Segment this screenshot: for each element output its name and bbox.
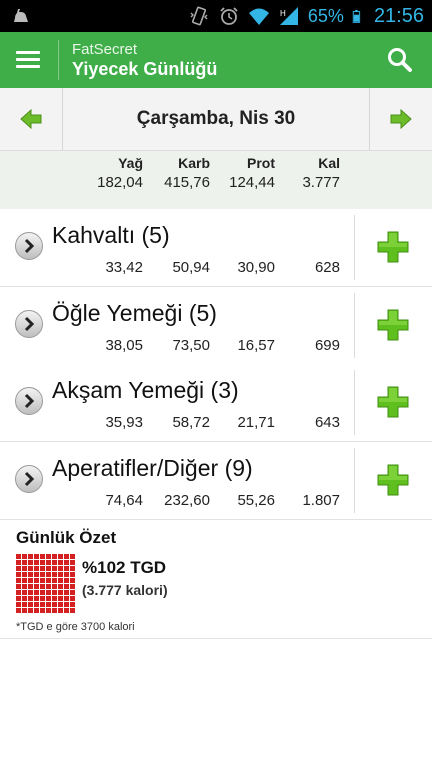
meal-value: 16,57 <box>237 337 275 354</box>
total-calories: Kal 3.777 <box>270 151 340 191</box>
meal-title[interactable]: Öğle Yemeği (5) <box>52 300 217 327</box>
summary-title: Günlük Özet <box>16 528 117 547</box>
svg-text:H: H <box>280 9 286 18</box>
total-calories-value: 3.777 <box>302 174 340 191</box>
rdi-percent: %102 TGD <box>82 558 167 577</box>
add-food-icon[interactable] <box>376 385 410 419</box>
meal-value: 628 <box>314 259 340 276</box>
meal-value: 73,50 <box>172 337 210 354</box>
row-divider <box>354 370 355 435</box>
menu-icon[interactable] <box>16 48 40 72</box>
meal-value: 232,60 <box>164 492 210 509</box>
signal-icon: H <box>279 7 298 25</box>
battery-percent: 65% <box>307 5 344 26</box>
meal-row[interactable]: Öğle Yemeği (5) 38,05 73,50 16,57 699 <box>0 287 432 365</box>
total-fat-header: Yağ <box>118 155 143 171</box>
total-fat: Yağ 182,04 <box>73 151 143 191</box>
meal-value: 33,42 <box>105 259 143 276</box>
meal-value: 55,26 <box>237 492 275 509</box>
alarm-icon <box>220 7 238 25</box>
expand-chevron-icon[interactable] <box>14 309 44 339</box>
arrow-right-icon <box>390 108 412 130</box>
total-carb-header: Karb <box>178 155 210 171</box>
clock: 21:56 <box>373 4 424 27</box>
daily-totals: Yağ 182,04 Karb 415,76 Prot 124,44 Kal 3… <box>0 151 432 210</box>
meal-value: 1.807 <box>302 492 340 509</box>
status-icons: H 65% 21:56 <box>188 0 424 32</box>
status-bar: H 65% 21:56 <box>0 0 432 32</box>
meal-value: 58,72 <box>172 414 210 431</box>
add-food-icon[interactable] <box>376 463 410 497</box>
rdi-grid <box>16 554 76 614</box>
row-divider <box>354 448 355 513</box>
current-date[interactable]: Çarşamba, Nis 30 <box>62 88 370 150</box>
row-divider <box>354 293 355 358</box>
page-title: Yiyecek Günlüğü <box>72 59 218 79</box>
app-name: FatSecret <box>72 41 138 58</box>
vibrate-icon <box>190 6 208 26</box>
total-calories-header: Kal <box>318 155 340 171</box>
meal-value: 643 <box>314 414 340 431</box>
meal-title[interactable]: Kahvaltı (5) <box>52 222 170 249</box>
divider <box>0 638 432 639</box>
calorie-total: (3.777 kalori) <box>82 582 168 598</box>
battery-icon <box>352 9 361 23</box>
notification-icon <box>14 9 28 22</box>
date-navigation: Çarşamba, Nis 30 <box>0 88 432 151</box>
meal-value: 74,64 <box>105 492 143 509</box>
meal-value: 699 <box>314 337 340 354</box>
meal-row[interactable]: Aperatifler/Diğer (9) 74,64 232,60 55,26 1.8… <box>0 442 432 520</box>
arrow-left-icon <box>20 108 42 130</box>
app-bar-divider <box>58 40 59 80</box>
total-carb: Karb 415,76 <box>140 151 210 191</box>
meal-row[interactable]: Akşam Yemeği (3) 35,93 58,72 21,71 643 <box>0 364 432 442</box>
next-day-button[interactable] <box>369 88 432 150</box>
meal-value: 38,05 <box>105 337 143 354</box>
meal-title[interactable]: Aperatifler/Diğer (9) <box>52 455 253 482</box>
add-food-icon[interactable] <box>376 230 410 264</box>
wifi-icon <box>248 8 269 25</box>
expand-chevron-icon[interactable] <box>14 464 44 494</box>
meal-row[interactable]: Kahvaltı (5) 33,42 50,94 30,90 628 <box>0 209 432 287</box>
meal-title[interactable]: Akşam Yemeği (3) <box>52 377 239 404</box>
meal-value: 30,90 <box>237 259 275 276</box>
app-bar: FatSecret Yiyecek Günlüğü <box>0 32 432 88</box>
rdi-footnote: *TGD e göre 3700 kalori <box>16 621 135 633</box>
expand-chevron-icon[interactable] <box>14 231 44 261</box>
row-divider <box>354 215 355 280</box>
add-food-icon[interactable] <box>376 308 410 342</box>
total-fat-value: 182,04 <box>97 174 143 191</box>
previous-day-button[interactable] <box>0 88 63 150</box>
total-protein: Prot 124,44 <box>205 151 275 191</box>
meal-value: 35,93 <box>105 414 143 431</box>
search-icon[interactable] <box>386 46 414 74</box>
total-carb-value: 415,76 <box>164 174 210 191</box>
meal-value: 21,71 <box>237 414 275 431</box>
meal-value: 50,94 <box>172 259 210 276</box>
total-protein-value: 124,44 <box>229 174 275 191</box>
total-protein-header: Prot <box>247 155 275 171</box>
expand-chevron-icon[interactable] <box>14 386 44 416</box>
